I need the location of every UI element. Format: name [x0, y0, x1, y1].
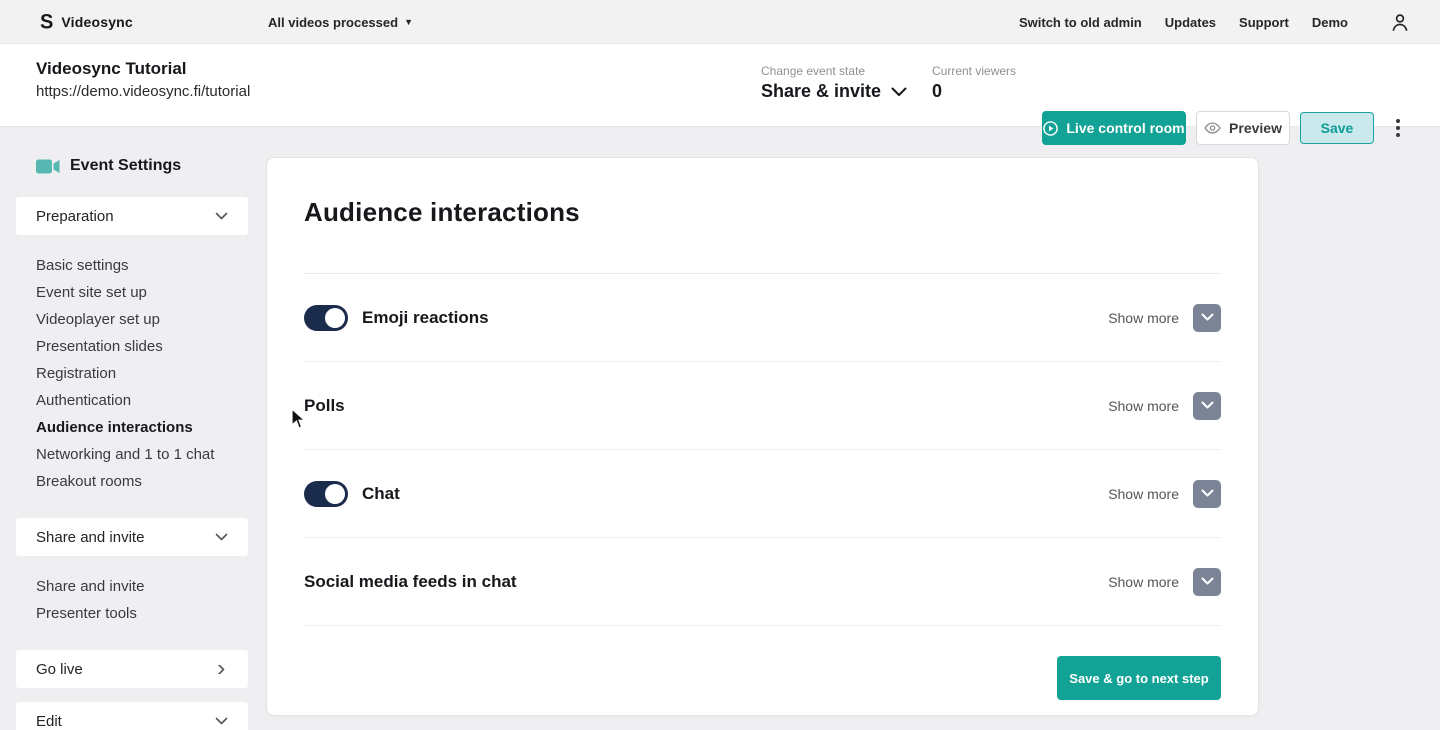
sidebar-section-label: Share and invite	[36, 528, 145, 546]
section-heading: Audience interactions	[304, 197, 580, 227]
chevron-down-icon	[215, 533, 228, 540]
sidebar-title: Event Settings	[16, 157, 248, 175]
more-options-kebab-icon[interactable]	[1390, 114, 1406, 142]
feature-row-social-media-feeds-in-chat: Social media feeds in chat Show more	[304, 538, 1221, 626]
preview-button[interactable]: Preview	[1196, 111, 1290, 145]
videos-processed-label: All videos processed	[268, 14, 399, 30]
sidebar-section-share-and-invite[interactable]: Share and invite	[16, 518, 248, 556]
toggle-knob	[325, 483, 345, 504]
brand[interactable]: S Videosync	[40, 0, 133, 44]
topbar-link-switch-to-old-admin[interactable]: Switch to old admin	[1019, 15, 1142, 30]
brand-name: Videosync	[61, 14, 133, 30]
sidebar-section-go-live[interactable]: Go live	[16, 650, 248, 688]
current-viewers-count: 0	[932, 81, 943, 101]
chevron-down-icon	[1201, 313, 1213, 321]
feature-row-emoji-reactions: Emoji reactions Show more	[304, 274, 1221, 362]
sidebar-section-edit[interactable]: Edit	[16, 702, 248, 730]
show-more-link[interactable]: Show more	[1108, 398, 1179, 414]
video-camera-icon	[36, 159, 60, 173]
sidebar-item-share-and-invite[interactable]: Share and invite	[36, 573, 248, 600]
show-more-link[interactable]: Show more	[1108, 486, 1179, 502]
topbar-link-updates[interactable]: Updates	[1165, 15, 1216, 30]
feature-row-chat: Chat Show more	[304, 450, 1221, 538]
sidebar-item-event-site-set-up[interactable]: Event site set up	[36, 279, 248, 306]
sidebar-item-presentation-slides[interactable]: Presentation slides	[36, 333, 248, 360]
user-icon[interactable]	[1391, 13, 1409, 36]
topbar: S Videosync All videos processed ▼ Switc…	[0, 0, 1440, 44]
feature-label: Social media feeds in chat	[304, 571, 517, 591]
chevron-down-icon	[215, 212, 228, 219]
show-more-link[interactable]: Show more	[1108, 310, 1179, 326]
feature-label: Emoji reactions	[362, 307, 489, 327]
feature-label: Chat	[362, 483, 400, 503]
sidebar-item-breakout-rooms[interactable]: Breakout rooms	[36, 468, 248, 495]
sidebar-item-basic-settings[interactable]: Basic settings	[36, 252, 248, 279]
show-more-link[interactable]: Show more	[1108, 574, 1179, 590]
eye-icon	[1204, 122, 1221, 134]
title-block: Videosync Tutorial https://demo.videosyn…	[36, 59, 250, 100]
sidebar-section-preparation[interactable]: Preparation	[16, 197, 248, 235]
toggle-chat[interactable]	[304, 480, 348, 507]
current-viewers-label: Current viewers	[932, 64, 1017, 78]
expand-row-button[interactable]	[1193, 567, 1221, 596]
chevron-down-icon	[891, 87, 907, 96]
videosync-logo-icon: S	[40, 10, 54, 34]
live-control-room-button[interactable]: Live control room	[1042, 111, 1186, 145]
caret-down-icon: ▼	[404, 17, 413, 27]
expand-row-button[interactable]	[1193, 391, 1221, 420]
chevron-right-icon	[217, 664, 225, 674]
current-viewers: Current viewers 0	[932, 64, 1016, 102]
videos-processed-dropdown[interactable]: All videos processed ▼	[268, 0, 413, 44]
chevron-down-icon	[1201, 489, 1213, 497]
chevron-down-icon	[215, 717, 228, 724]
chevron-down-icon	[1201, 577, 1213, 585]
feature-row-polls: Polls Show more	[304, 362, 1221, 450]
sidebar-section-label: Preparation	[36, 207, 114, 225]
sidebar-item-presenter-tools[interactable]: Presenter tools	[36, 600, 248, 627]
sidebar-title-label: Event Settings	[70, 157, 182, 174]
toggle-knob	[325, 307, 345, 328]
event-url[interactable]: https://demo.videosync.fi/tutorial	[36, 83, 250, 100]
sidebar-item-audience-interactions[interactable]: Audience interactions	[36, 414, 248, 441]
sidebar-item-authentication[interactable]: Authentication	[36, 387, 248, 414]
expand-row-button[interactable]	[1193, 479, 1221, 508]
event-state-label: Change event state	[761, 64, 866, 78]
live-control-room-label: Live control room	[1066, 120, 1185, 136]
save-next-step-button[interactable]: Save & go to next step	[1057, 656, 1221, 700]
event-header: Videosync Tutorial https://demo.videosyn…	[0, 44, 1440, 145]
settings-card: Audience interactions Emoji reactions Sho…	[266, 157, 1259, 716]
sidebar-section-label: Go live	[36, 660, 83, 678]
event-state-dropdown[interactable]: Change event state Share & invite	[761, 64, 907, 102]
sidebar-section-label: Edit	[36, 712, 62, 730]
topbar-link-demo[interactable]: Demo	[1312, 15, 1348, 30]
event-state-value: Share & invite	[761, 81, 882, 101]
sidebar: Event Settings Preparation Basic settings…	[16, 157, 248, 730]
expand-row-button[interactable]	[1193, 303, 1221, 332]
play-circle-icon	[1043, 120, 1059, 136]
chevron-down-icon	[1201, 401, 1213, 409]
sidebar-item-networking-and-1-to-1-chat[interactable]: Networking and 1 to 1 chat	[36, 441, 248, 468]
preview-label: Preview	[1229, 120, 1282, 136]
toggle-emoji-reactions[interactable]	[304, 304, 348, 331]
save-label: Save	[1320, 120, 1354, 136]
sidebar-item-videoplayer-set-up[interactable]: Videoplayer set up	[36, 306, 248, 333]
feature-label: Polls	[304, 395, 345, 415]
topbar-link-support[interactable]: Support	[1239, 15, 1289, 30]
topbar-links: Switch to old admin Updates Support Demo	[1019, 0, 1348, 44]
sidebar-item-registration[interactable]: Registration	[36, 360, 248, 387]
page-title: Videosync Tutorial	[36, 59, 187, 78]
save-button[interactable]: Save	[1300, 112, 1374, 144]
